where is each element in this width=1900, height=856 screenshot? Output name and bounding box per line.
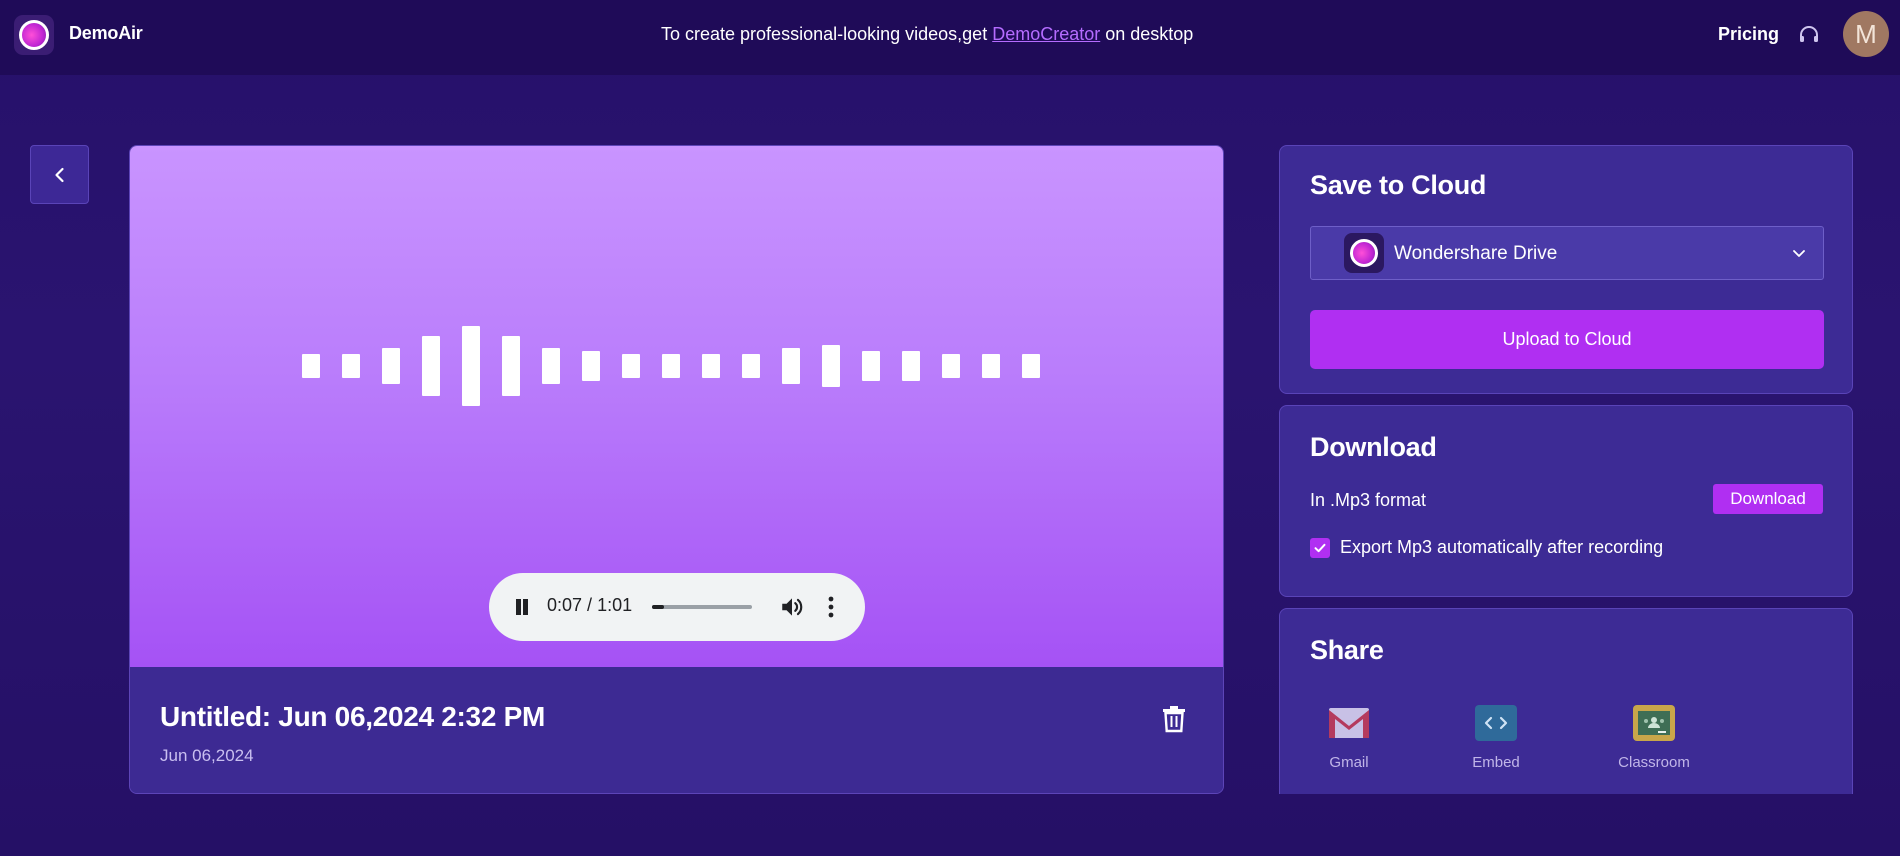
- top-bar: DemoAir To create professional-looking v…: [0, 0, 1900, 75]
- download-panel: Download In .Mp3 format Download Export …: [1279, 405, 1853, 597]
- save-to-cloud-panel: Save to Cloud Wondershare Drive Upload t…: [1279, 145, 1853, 394]
- cloud-provider-select[interactable]: Wondershare Drive: [1310, 226, 1824, 280]
- download-title: Download: [1310, 432, 1437, 462]
- seek-slider[interactable]: [652, 605, 752, 609]
- waveform-icon: [302, 326, 1040, 406]
- share-title: Share: [1310, 635, 1384, 665]
- democreator-link[interactable]: DemoCreator: [992, 24, 1100, 44]
- more-options-icon[interactable]: [821, 594, 841, 620]
- duration: 1:01: [597, 595, 633, 615]
- checkmark-icon: [1314, 543, 1326, 553]
- classroom-icon: [1633, 705, 1675, 741]
- cloud-provider-label: Wondershare Drive: [1394, 243, 1558, 264]
- share-gmail[interactable]: Gmail: [1309, 705, 1389, 771]
- back-button[interactable]: [30, 145, 89, 204]
- chevron-down-icon: [1793, 250, 1805, 257]
- share-classroom[interactable]: Classroom: [1614, 705, 1694, 771]
- share-embed[interactable]: Embed: [1456, 705, 1536, 771]
- auto-export-label: Export Mp3 automatically after recording: [1340, 537, 1664, 557]
- pause-icon[interactable]: [513, 597, 531, 617]
- audio-preview: 0:07 / 1:01: [130, 146, 1223, 667]
- auto-export-checkbox[interactable]: [1310, 538, 1330, 558]
- format-label: In .Mp3 format: [1310, 490, 1427, 510]
- promo-suffix: on desktop: [1100, 24, 1194, 44]
- promo-prefix: To create professional-looking videos,ge…: [661, 24, 993, 44]
- save-to-cloud-title: Save to Cloud: [1310, 170, 1487, 200]
- seek-progress: [652, 605, 664, 609]
- trash-icon[interactable]: [1161, 705, 1187, 733]
- audio-player-controls: 0:07 / 1:01: [489, 573, 865, 641]
- brand-name[interactable]: DemoAir: [69, 23, 143, 44]
- volume-icon[interactable]: [779, 594, 805, 620]
- time-display: 0:07 / 1:01: [547, 595, 632, 616]
- promo-message: To create professional-looking videos,ge…: [661, 24, 1193, 45]
- embed-label: Embed: [1472, 754, 1520, 771]
- demoair-logo-icon[interactable]: [14, 15, 54, 55]
- recording-card: 0:07 / 1:01 Untitled: Jun 06,2024 2:32 P…: [129, 145, 1224, 794]
- download-button[interactable]: Download: [1713, 484, 1823, 514]
- recording-date: Jun 06,2024: [160, 746, 254, 765]
- recording-title[interactable]: Untitled: Jun 06,2024 2:32 PM: [160, 701, 545, 733]
- embed-icon: [1475, 705, 1517, 741]
- upload-to-cloud-button[interactable]: Upload to Cloud: [1310, 310, 1824, 369]
- gmail-label: Gmail: [1329, 754, 1369, 771]
- pricing-link[interactable]: Pricing: [1718, 24, 1779, 45]
- time-separator: /: [582, 595, 598, 615]
- current-time: 0:07: [547, 595, 583, 615]
- wondershare-drive-icon: [1344, 233, 1384, 273]
- gmail-icon: [1328, 705, 1370, 741]
- share-panel: Share Gmail Embed Classroom: [1279, 608, 1853, 794]
- recording-info: Untitled: Jun 06,2024 2:32 PM Jun 06,202…: [130, 667, 1223, 793]
- classroom-label: Classroom: [1618, 754, 1690, 771]
- chevron-left-icon: [54, 167, 64, 182]
- headset-icon[interactable]: [1797, 23, 1821, 47]
- avatar[interactable]: M: [1843, 11, 1889, 57]
